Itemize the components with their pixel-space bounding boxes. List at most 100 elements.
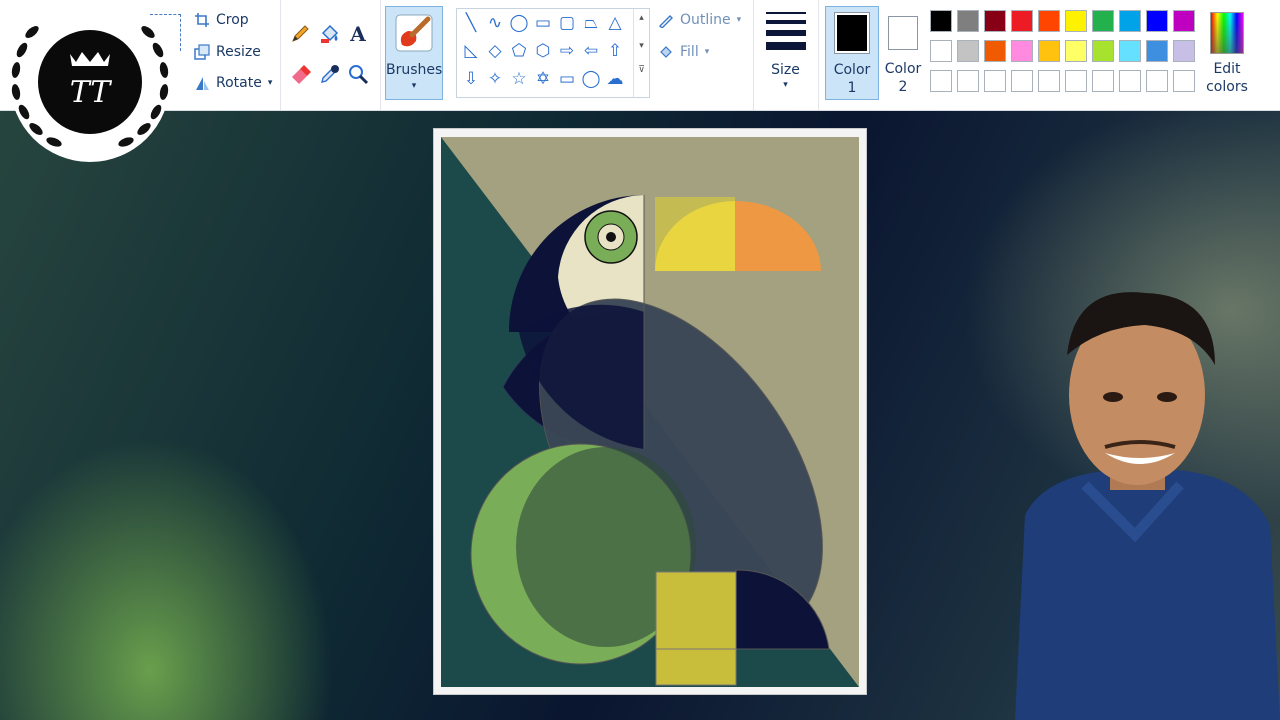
palette-swatch[interactable] xyxy=(1092,10,1114,32)
logo-monogram: TT xyxy=(70,75,113,110)
palette-swatch[interactable] xyxy=(1092,40,1114,62)
palette-swatch[interactable] xyxy=(1011,40,1033,62)
cloud-callout-shape-icon[interactable]: ☁ xyxy=(605,69,625,89)
six-point-star-shape-icon[interactable]: ✡ xyxy=(533,69,553,89)
palette-swatch[interactable] xyxy=(930,40,952,62)
drawing-canvas[interactable] xyxy=(441,137,859,687)
size-line-1 xyxy=(766,12,806,14)
rect-callout-shape-icon[interactable]: ▭ xyxy=(557,69,577,89)
palette-swatch[interactable] xyxy=(1038,40,1060,62)
fill-label: Fill xyxy=(680,44,699,60)
color1-label-line1: Color xyxy=(833,62,871,78)
fill-icon xyxy=(660,46,672,58)
oval-callout-shape-icon[interactable]: ◯ xyxy=(581,69,601,89)
rounded-rectangle-shape-icon[interactable]: ▢ xyxy=(557,13,577,33)
palette-swatch[interactable] xyxy=(957,10,979,32)
rotate-button[interactable]: Rotate ▾ xyxy=(194,75,272,91)
left-eye xyxy=(1103,392,1123,402)
up-arrow-shape-icon[interactable]: ⇧ xyxy=(605,41,625,61)
pencil-icon[interactable] xyxy=(288,22,312,46)
diamond-shape-icon[interactable]: ◇ xyxy=(485,41,505,61)
color2-label-line2: 2 xyxy=(898,79,908,95)
palette-swatch[interactable] xyxy=(1011,70,1033,92)
right-arrow-shape-icon[interactable]: ⇨ xyxy=(557,41,577,61)
right-eye xyxy=(1157,392,1177,402)
palette-swatch[interactable] xyxy=(957,40,979,62)
fill-button[interactable]: Fill ▾ xyxy=(658,44,709,60)
chevron-down-icon: ▾ xyxy=(736,15,742,25)
pentagon-shape-icon[interactable]: ⬠ xyxy=(509,41,529,61)
outline-label: Outline xyxy=(680,12,731,28)
oval-shape-icon[interactable]: ◯ xyxy=(509,13,529,33)
crop-button[interactable]: Crop xyxy=(194,12,249,28)
palette-swatch[interactable] xyxy=(957,70,979,92)
palette-swatch[interactable] xyxy=(1038,70,1060,92)
size-button[interactable]: Size ▾ xyxy=(753,0,819,110)
five-point-star-shape-icon[interactable]: ☆ xyxy=(509,69,529,89)
outline-button[interactable]: Outline ▾ xyxy=(658,12,741,28)
more-icon[interactable]: ⊽ xyxy=(634,65,649,75)
shirt xyxy=(1015,470,1280,720)
palette-swatch[interactable] xyxy=(984,70,1006,92)
palette-swatch[interactable] xyxy=(1146,10,1168,32)
palette-swatch[interactable] xyxy=(930,70,952,92)
left-arrow-shape-icon[interactable]: ⇦ xyxy=(581,41,601,61)
paint-ribbon: Crop Resize Rotate ▾ A Brushes ▾ ╲ ∿ ◯ ▭… xyxy=(0,0,1280,111)
palette-swatch[interactable] xyxy=(984,40,1006,62)
color2-label-line1: Color xyxy=(884,61,922,77)
brushes-button[interactable]: Brushes ▾ xyxy=(385,6,443,100)
down-arrow-shape-icon[interactable]: ⇩ xyxy=(461,69,481,89)
brushes-label: Brushes xyxy=(386,62,443,78)
magnifier-icon[interactable] xyxy=(346,62,370,86)
shapes-scrollbar[interactable]: ▴ ▾ ⊽ xyxy=(633,9,649,97)
palette-swatch[interactable] xyxy=(984,10,1006,32)
polygon-shape-icon[interactable]: ⏢ xyxy=(581,13,601,33)
scroll-up-icon[interactable]: ▴ xyxy=(634,13,649,23)
palette-swatch[interactable] xyxy=(1146,40,1168,62)
palette-swatch[interactable] xyxy=(1065,40,1087,62)
edit-colors-label: Edit colors xyxy=(1204,60,1250,96)
fill-bucket-icon[interactable] xyxy=(318,22,342,46)
color1-button[interactable]: Color 1 xyxy=(825,6,879,100)
palette-swatch[interactable] xyxy=(1011,10,1033,32)
palette-swatch[interactable] xyxy=(1065,10,1087,32)
chevron-down-icon: ▾ xyxy=(704,47,710,57)
resize-label: Resize xyxy=(216,44,261,60)
four-point-star-shape-icon[interactable]: ✧ xyxy=(485,69,505,89)
eye-pupil xyxy=(606,232,616,242)
palette-swatch[interactable] xyxy=(930,10,952,32)
palette-swatch[interactable] xyxy=(1119,10,1141,32)
shapes-gallery: ╲ ∿ ◯ ▭ ▢ ⏢ △ ◺ ◇ ⬠ ⬡ ⇨ ⇦ ⇧ ⇩ ✧ ☆ ✡ ▭ ◯ … xyxy=(456,8,650,98)
palette-swatch[interactable] xyxy=(1173,40,1195,62)
color-picker-icon[interactable] xyxy=(318,62,342,86)
rainbow-icon xyxy=(1210,12,1244,54)
triangle-shape-icon[interactable]: △ xyxy=(605,13,625,33)
palette-swatch[interactable] xyxy=(1038,10,1060,32)
rotate-label: Rotate xyxy=(216,75,262,91)
color2-swatch xyxy=(888,16,918,50)
line-shape-icon[interactable]: ╲ xyxy=(461,13,481,33)
right-triangle-shape-icon[interactable]: ◺ xyxy=(461,41,481,61)
color2-label: Color 2 xyxy=(878,60,928,96)
palette-swatch[interactable] xyxy=(1173,10,1195,32)
color1-label: Color 1 xyxy=(826,61,878,97)
hexagon-shape-icon[interactable]: ⬡ xyxy=(533,41,553,61)
resize-button[interactable]: Resize xyxy=(194,44,261,60)
palette-swatch[interactable] xyxy=(1119,40,1141,62)
eraser-icon[interactable] xyxy=(288,62,312,86)
color2-button[interactable]: Color 2 xyxy=(878,6,928,98)
brush-icon xyxy=(395,14,433,52)
text-tool-icon[interactable]: A xyxy=(346,22,370,46)
palette-swatch[interactable] xyxy=(1065,70,1087,92)
palette-swatch[interactable] xyxy=(1092,70,1114,92)
chevron-down-icon: ▾ xyxy=(411,81,417,91)
chevron-down-icon: ▾ xyxy=(267,78,273,88)
size-label: Size xyxy=(771,62,800,78)
edit-colors-button[interactable]: Edit colors xyxy=(1204,6,1250,98)
palette-swatch[interactable] xyxy=(1173,70,1195,92)
palette-swatch[interactable] xyxy=(1146,70,1168,92)
palette-swatch[interactable] xyxy=(1119,70,1141,92)
scroll-down-icon[interactable]: ▾ xyxy=(634,41,649,51)
rectangle-shape-icon[interactable]: ▭ xyxy=(533,13,553,33)
curve-shape-icon[interactable]: ∿ xyxy=(485,13,505,33)
